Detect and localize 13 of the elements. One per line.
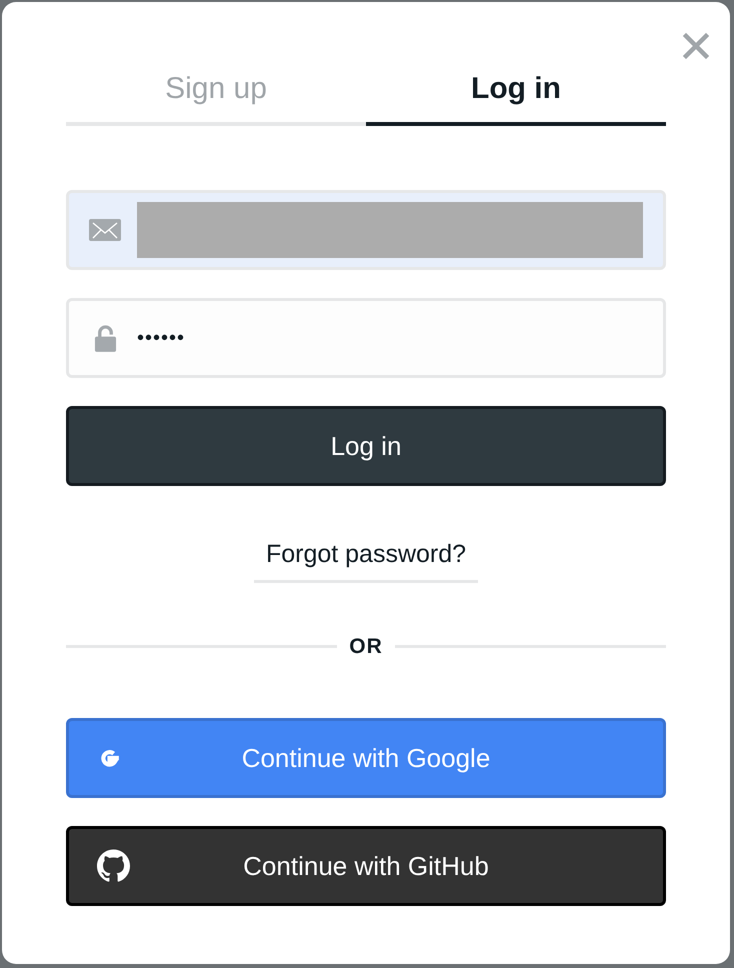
password-value: •••••• xyxy=(137,326,186,351)
tab[interactable]: Log in xyxy=(366,66,666,126)
octocat-icon xyxy=(97,850,130,882)
divider-label: OR xyxy=(349,634,383,660)
github-login-button[interactable]: Continue with GitHub xyxy=(66,826,666,906)
close-icon[interactable] xyxy=(682,32,710,60)
forgot-password-link[interactable]: Forgot password? xyxy=(254,536,478,582)
login-button[interactable]: Log in xyxy=(66,406,666,486)
envelope-icon xyxy=(89,219,121,241)
lock-icon xyxy=(94,324,117,352)
google-login-button[interactable]: Continue with Google xyxy=(66,718,666,798)
password-field[interactable]: •••••• xyxy=(66,298,666,378)
email-field[interactable] xyxy=(66,190,666,270)
